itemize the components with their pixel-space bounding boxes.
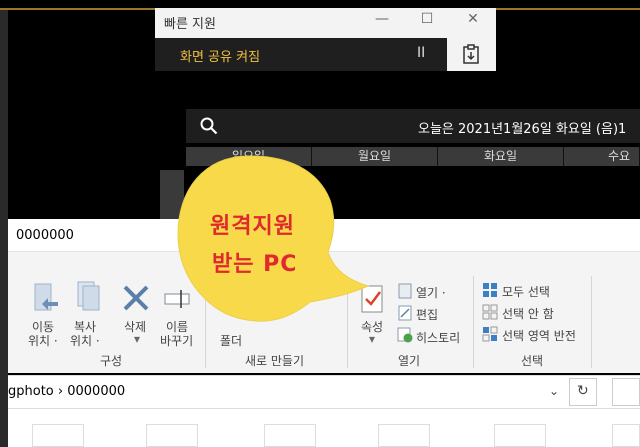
move-to-label-2: 위치 · bbox=[28, 334, 58, 348]
clipboard-icon bbox=[463, 44, 479, 64]
invert-selection-icon bbox=[482, 326, 498, 342]
search-box[interactable] bbox=[612, 378, 640, 406]
group-open: 열기 bbox=[398, 354, 421, 368]
screen-left-edge bbox=[0, 10, 8, 447]
invert-selection-button[interactable]: 선택 영역 반전 bbox=[502, 327, 576, 344]
history-icon bbox=[397, 327, 413, 343]
group-select: 선택 bbox=[521, 354, 544, 368]
move-to-icon[interactable] bbox=[32, 282, 60, 316]
ribbon-separator bbox=[473, 276, 474, 368]
minimize-button[interactable]: — bbox=[372, 11, 392, 27]
select-none-button[interactable]: 선택 안 함 bbox=[502, 305, 554, 322]
today-date: 오늘은 2021년1월26일 화요일 (음)1 bbox=[418, 122, 627, 137]
copy-to-icon[interactable] bbox=[74, 280, 104, 316]
pause-button[interactable]: II bbox=[417, 45, 425, 61]
select-none-icon bbox=[482, 304, 498, 320]
refresh-button[interactable]: ↻ bbox=[569, 378, 597, 406]
open-button[interactable]: 열기 · bbox=[416, 284, 446, 301]
edit-icon bbox=[398, 305, 412, 321]
close-button[interactable]: ✕ bbox=[463, 11, 483, 27]
file-thumbnail[interactable] bbox=[494, 424, 546, 447]
maximize-button[interactable]: ☐ bbox=[417, 11, 437, 27]
file-thumbnail[interactable] bbox=[146, 424, 198, 447]
address-dropdown-icon[interactable]: ⌄ bbox=[549, 384, 559, 398]
clipboard-button[interactable] bbox=[447, 38, 496, 71]
path-root[interactable]: gphoto bbox=[8, 384, 54, 399]
select-all-icon bbox=[483, 283, 497, 297]
path-separator: › bbox=[57, 384, 64, 399]
file-thumbnail[interactable] bbox=[378, 424, 430, 447]
file-thumbnail[interactable] bbox=[612, 424, 640, 447]
search-icon[interactable] bbox=[200, 117, 218, 135]
copy-to-label-2: 위치 · bbox=[70, 334, 100, 348]
delete-icon[interactable] bbox=[122, 284, 150, 312]
group-organize: 구성 bbox=[100, 354, 123, 368]
weekday-wednesday: 수요 bbox=[564, 147, 640, 166]
edit-button[interactable]: 편집 bbox=[416, 306, 438, 323]
quick-assist-title: 빠른 지원 bbox=[164, 17, 216, 32]
ribbon-separator bbox=[591, 276, 592, 368]
select-all-button[interactable]: 모두 선택 bbox=[502, 283, 550, 300]
address-path: gphoto › 0000000 bbox=[8, 384, 125, 399]
screen-share-status: 화면 공유 켜짐 bbox=[180, 50, 261, 65]
history-button[interactable]: 히스토리 bbox=[416, 329, 460, 346]
weekday-tuesday: 화요일 bbox=[438, 147, 564, 166]
delete-dropdown-icon[interactable]: ▾ bbox=[134, 332, 140, 346]
group-new: 새로 만들기 bbox=[245, 354, 305, 368]
explorer-title: 0000000 bbox=[16, 228, 74, 243]
path-folder[interactable]: 0000000 bbox=[67, 384, 125, 399]
file-thumbnail[interactable] bbox=[264, 424, 316, 447]
refresh-icon: ↻ bbox=[577, 383, 589, 399]
annotation-line-2: 받는 PC bbox=[212, 252, 298, 277]
open-icon bbox=[398, 283, 412, 299]
annotation-line-1: 원격지원 bbox=[210, 214, 295, 239]
file-thumbnail[interactable] bbox=[32, 424, 84, 447]
